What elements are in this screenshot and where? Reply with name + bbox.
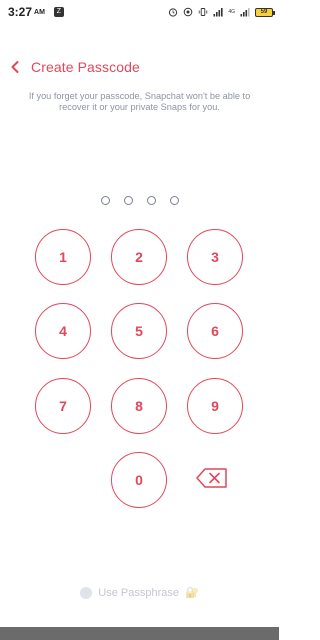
status-bar: 3:27 AM Z 4G 59: [0, 0, 279, 24]
key-5[interactable]: 5: [111, 303, 167, 359]
back-chevron-icon[interactable]: [10, 58, 24, 76]
network-type-label: 4G: [228, 8, 235, 15]
status-icons: 4G 59: [168, 7, 275, 17]
key-6[interactable]: 6: [187, 303, 243, 359]
vibrate-icon: [198, 7, 208, 17]
lock-emoji-icon: 🔐: [185, 587, 199, 599]
key-4[interactable]: 4: [35, 303, 91, 359]
passcode-dot: [169, 196, 179, 205]
system-navigation-bar: [0, 627, 279, 640]
key-8[interactable]: 8: [111, 378, 167, 434]
alarm-icon: [168, 7, 178, 17]
status-time: 3:27: [8, 5, 33, 19]
use-passphrase-button[interactable]: Use Passphrase 🔐: [0, 586, 279, 599]
key-9[interactable]: 9: [187, 378, 243, 434]
battery-icon: 59: [255, 7, 275, 17]
key-7[interactable]: 7: [35, 378, 91, 434]
sync-icon: [183, 7, 193, 17]
backspace-icon: [195, 467, 229, 494]
use-passphrase-label: Use Passphrase: [98, 586, 179, 599]
passcode-dot: [100, 196, 110, 205]
key-0[interactable]: 0: [111, 452, 167, 508]
page-title: Create Passcode: [31, 59, 140, 75]
app-notification-icon: Z: [53, 7, 64, 17]
signal-icon: [213, 7, 223, 17]
key-2[interactable]: 2: [111, 229, 167, 285]
backspace-button[interactable]: [194, 466, 230, 494]
signal-icon-2: [240, 7, 250, 17]
key-1[interactable]: 1: [35, 229, 91, 285]
passcode-dots: [0, 196, 279, 205]
passcode-dot: [146, 196, 156, 205]
passcode-dot: [123, 196, 133, 205]
passphrase-circle-icon: [80, 586, 93, 599]
status-ampm: AM: [34, 8, 45, 16]
battery-level: 59: [260, 9, 268, 15]
passcode-warning-text: If you forget your passcode, Snapchat wo…: [28, 91, 251, 112]
key-3[interactable]: 3: [187, 229, 243, 285]
header: Create Passcode: [10, 58, 140, 76]
